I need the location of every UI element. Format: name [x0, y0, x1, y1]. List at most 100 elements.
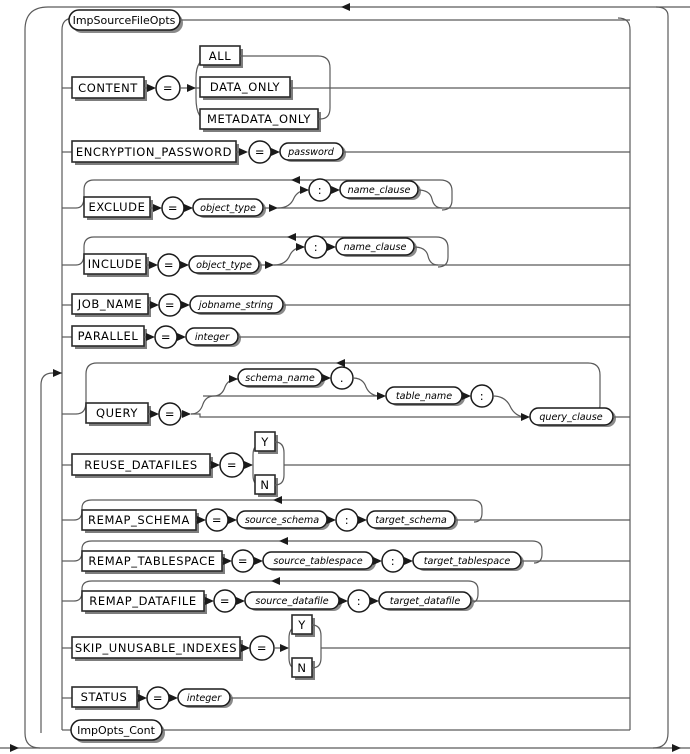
- source-schema-label: source_schema: [245, 515, 319, 526]
- status-eq-arrow-icon: [138, 694, 147, 702]
- exclude-label: EXCLUDE: [89, 200, 146, 214]
- remaptbs-colon-label: :: [391, 554, 395, 568]
- reuse-choice-y-label: Y: [260, 435, 269, 449]
- exclude-colon-arrow-icon: [300, 186, 309, 194]
- reuse-eq-arrow-icon: [211, 461, 220, 469]
- jobname-string-label: jobname_string: [197, 300, 273, 311]
- outer-right-rail: [652, 16, 669, 749]
- row-status[interactable]: STATUS = integer: [62, 686, 630, 710]
- exclude-opt-join-rail: [417, 189, 443, 209]
- query-equals-label: =: [165, 407, 175, 421]
- include-colon-label: :: [314, 240, 318, 254]
- query-dot-join-rail: [352, 377, 381, 397]
- query-dot-arrow-icon: [322, 374, 331, 382]
- query-label: QUERY: [96, 406, 138, 420]
- query-clause-arrow-icon: [521, 413, 530, 421]
- outer-right-top-elbow: [655, 6, 669, 17]
- reuse-choice-arrow-icon: [244, 461, 253, 469]
- row-imp-source-file-opts[interactable]: ImpSourceFileOpts: [68, 9, 630, 33]
- skip-choice-arrow-icon: [280, 644, 289, 652]
- query-colon-label: :: [480, 389, 484, 403]
- row-parallel[interactable]: PARALLEL = integer: [62, 325, 630, 349]
- status-equals-label: =: [153, 691, 163, 705]
- query-schema-name-label: schema_name: [245, 373, 315, 384]
- encryption-password-label: ENCRYPTION_PASSWORD: [76, 145, 232, 159]
- include-val-arrow-icon: [180, 261, 189, 269]
- content-all-join: [240, 55, 331, 78]
- skip-choice-y-label: Y: [297, 618, 306, 632]
- remapschema-colon-label: :: [345, 513, 349, 527]
- include-eq-arrow-icon: [149, 261, 158, 269]
- remaptbs-eq-arrow-icon: [223, 557, 232, 565]
- remaptbs-tgt-arrow-icon: [404, 557, 413, 565]
- remapschema-loop-arrow-icon: [273, 496, 282, 504]
- target-tablespace-label: target_tablespace: [424, 556, 511, 567]
- remapdf-loop-arrow-icon: [271, 577, 280, 585]
- row-exclude[interactable]: EXCLUDE = object_type : name_clause: [62, 176, 630, 220]
- remap-datafile-label: REMAP_DATAFILE: [89, 594, 196, 608]
- exclude-object-type-label: object_type: [200, 203, 256, 214]
- row-job-name[interactable]: JOB_NAME = jobname_string: [62, 293, 630, 317]
- remapdf-eq-arrow-icon: [205, 597, 214, 605]
- row-remap-datafile[interactable]: REMAP_DATAFILE = source_datafile : targe…: [62, 577, 630, 614]
- include-label: INCLUDE: [88, 257, 143, 271]
- remaptbs-loop-arrow-icon: [279, 537, 288, 545]
- row-remap-tablespace[interactable]: REMAP_TABLESPACE = source_tablespace : t…: [62, 537, 630, 574]
- query-bottom-bypass-rail: [191, 413, 526, 418]
- row-query[interactable]: QUERY = schema_name . table_name : query…: [62, 359, 630, 427]
- exclude-equals-label: =: [168, 201, 178, 215]
- source-tablespace-label: source_tablespace: [273, 556, 362, 567]
- remapschema-eq-arrow-icon: [197, 516, 206, 524]
- remapdf-colon-label: :: [357, 594, 361, 608]
- row-reuse-datafiles[interactable]: REUSE_DATAFILES = Y N: [62, 431, 630, 497]
- query-schema-arrow-icon: [229, 375, 238, 383]
- query-eq-arrow-icon: [150, 410, 159, 418]
- skip-equals-label: =: [257, 641, 267, 655]
- parallel-val-arrow-icon: [177, 333, 186, 341]
- reuse-choice-n-label: N: [260, 478, 269, 492]
- bottom-left-arrow-icon: [10, 744, 19, 752]
- include-opt-up-rail: [273, 246, 305, 266]
- remapdf-tgt-arrow-icon: [370, 597, 379, 605]
- skip-unusable-indexes-label: SKIP_UNUSABLE_INDEXES: [75, 641, 237, 655]
- exclude-name-clause-label: name_clause: [348, 185, 411, 196]
- query-loop-arrow-icon: [336, 359, 345, 367]
- query-dot-label: .: [340, 371, 344, 385]
- include-nc-arrow-icon: [327, 243, 336, 251]
- query-colon-arrow-icon: [462, 392, 471, 400]
- parallel-eq-arrow-icon: [146, 333, 155, 341]
- exclude-opt-arrow-icon: [269, 204, 278, 212]
- status-label: STATUS: [81, 690, 128, 704]
- bottom-right-arrow-icon: [672, 744, 681, 752]
- content-label: CONTENT: [78, 81, 138, 95]
- include-object-type-label: object_type: [196, 260, 252, 271]
- encpw-equals-label: =: [255, 145, 265, 159]
- include-name-clause-label: name_clause: [344, 242, 407, 253]
- include-colon-arrow-icon: [296, 243, 305, 251]
- parallel-integer-label: integer: [195, 332, 230, 343]
- job-name-label: JOB_NAME: [77, 297, 143, 311]
- remaptbs-colon-arrow-icon: [373, 557, 382, 565]
- include-equals-label: =: [164, 258, 174, 272]
- remapschema-tgt-arrow-icon: [358, 516, 367, 524]
- imp-opts-cont-label: ImpOpts_Cont: [77, 724, 156, 737]
- content-choice-metadata-only-label: METADATA_ONLY: [207, 112, 311, 126]
- row-content[interactable]: CONTENT = ALL DATA_ONLY METADATA_ONLY: [62, 45, 630, 132]
- remapschema-colon-arrow-icon: [327, 516, 336, 524]
- remap-schema-label: REMAP_SCHEMA: [88, 513, 190, 527]
- remapschema-equals-label: =: [212, 513, 222, 527]
- row-encryption-password[interactable]: ENCRYPTION_PASSWORD = password: [62, 140, 630, 165]
- exclude-loop-arrow-icon: [291, 176, 300, 184]
- status-integer-label: integer: [187, 693, 222, 704]
- exclude-nc-arrow-icon: [331, 186, 340, 194]
- row-skip-unusable-indexes[interactable]: SKIP_UNUSABLE_INDEXES = Y N: [62, 614, 630, 680]
- row-remap-schema[interactable]: REMAP_SCHEMA = source_schema : target_sc…: [62, 496, 630, 533]
- row-imp-opts-cont[interactable]: ImpOpts_Cont: [70, 719, 618, 743]
- exclude-colon-label: :: [318, 183, 322, 197]
- content-eq-arrow-icon: [147, 84, 156, 92]
- row-include[interactable]: INCLUDE = object_type : name_clause: [62, 233, 630, 277]
- query-table-arrow-icon: [377, 392, 386, 400]
- remapdf-colon-arrow-icon: [339, 597, 348, 605]
- skip-choice-n-label: N: [297, 661, 306, 675]
- target-datafile-label: target_datafile: [390, 596, 461, 607]
